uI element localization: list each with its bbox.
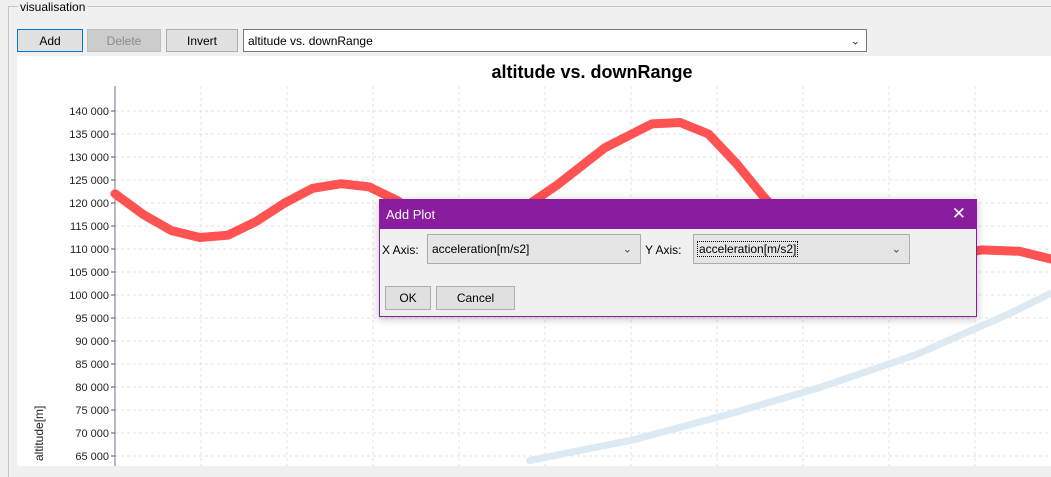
plot-select-value: altitude vs. downRange — [248, 34, 373, 48]
y-tick-label: 75 000 — [75, 405, 109, 417]
x-axis-select[interactable]: acceleration[m/s2] ⌄ — [427, 234, 641, 264]
y-tick-label: 90 000 — [75, 336, 109, 348]
y-tick-label: 130 000 — [69, 152, 109, 164]
y-tick-label: 105 000 — [69, 267, 109, 279]
ok-button[interactable]: OK — [385, 286, 431, 310]
add-button[interactable]: Add — [17, 29, 83, 52]
y-tick-label: 140 000 — [69, 106, 109, 118]
chevron-down-icon: ⌄ — [623, 243, 632, 256]
plot-select[interactable]: altitude vs. downRange ⌄ — [243, 29, 867, 52]
y-tick-label: 120 000 — [69, 198, 109, 210]
group-title: visualisation — [18, 0, 87, 14]
cancel-button[interactable]: Cancel — [436, 286, 515, 310]
y-axis-label: Y Axis: — [645, 243, 681, 257]
y-tick-label: 110 000 — [70, 244, 109, 256]
y-axis-select[interactable]: acceleration[m/s2] ⌄ — [693, 234, 910, 264]
invert-button[interactable]: Invert — [166, 29, 238, 52]
dialog-title: Add Plot — [386, 207, 435, 222]
add-plot-dialog: Add Plot ✕ X Axis: acceleration[m/s2] ⌄ … — [379, 199, 977, 317]
y-tick-label: 135 000 — [69, 129, 109, 141]
y-tick-label: 70 000 — [75, 428, 109, 440]
close-icon[interactable]: ✕ — [952, 204, 966, 224]
y-axis-value: acceleration[m/s2] — [698, 242, 797, 256]
y-tick-label: 95 000 — [75, 313, 109, 325]
y-tick-label: 115 000 — [70, 221, 109, 233]
y-axis-title: altitude[m] — [32, 406, 46, 461]
chart-title: altitude vs. downRange — [17, 62, 1051, 83]
y-tick-label: 65 000 — [75, 451, 109, 463]
y-tick-label: 100 000 — [69, 290, 109, 302]
x-axis-value: acceleration[m/s2] — [432, 242, 529, 256]
y-tick-label: 85 000 — [75, 359, 109, 371]
delete-button[interactable]: Delete — [87, 29, 161, 52]
y-tick-label: 80 000 — [75, 382, 109, 394]
x-axis-label: X Axis: — [382, 243, 419, 257]
dialog-title-bar: Add Plot ✕ — [380, 200, 976, 229]
y-tick-label: 125 000 — [69, 175, 109, 187]
chevron-down-icon: ⌄ — [892, 243, 901, 256]
chevron-down-icon: ⌄ — [851, 34, 860, 47]
